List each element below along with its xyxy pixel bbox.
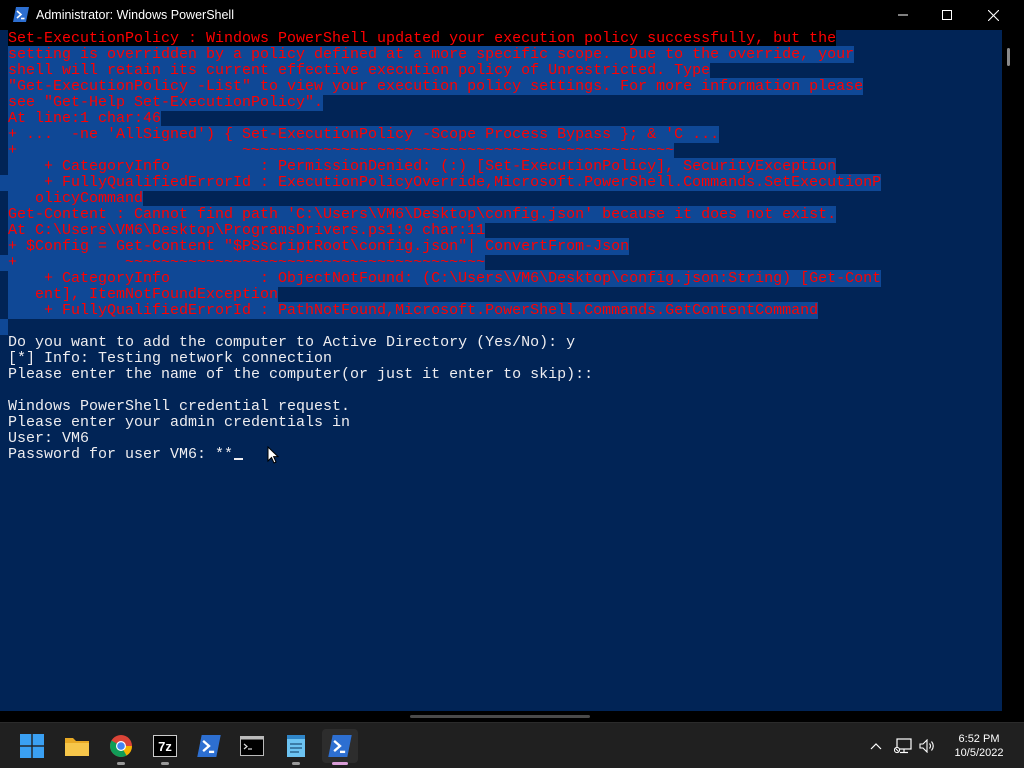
vertical-scrollbar-thumb[interactable] [1007,48,1010,66]
taskbar-powershell[interactable] [191,729,227,763]
console-line: Please enter the name of the computer(or… [8,366,594,383]
running-indicator [117,762,125,765]
chevron-up-icon [870,743,882,750]
title-bar[interactable]: Administrator: Windows PowerShell [0,0,1024,30]
taskbar-command-prompt[interactable] [234,729,270,763]
network-icon [894,738,912,754]
console-line: Do you want to add the computer to Activ… [8,334,576,351]
console-line: Set-ExecutionPolicy : Windows PowerShell… [8,30,837,47]
chrome-icon [110,735,132,757]
show-hidden-icons-button[interactable] [866,735,886,757]
maximize-icon [942,10,952,20]
console-line: [*] Info: Testing network connection [8,350,333,367]
console-line: At C:\Users\VM6\Desktop\ProgramsDrivers.… [8,222,486,239]
7zip-icon-label: 7z [158,738,172,754]
taskbar-notepad[interactable] [278,729,314,765]
7zip-icon: 7z [153,735,177,757]
console-line: olicyCommand [8,190,144,207]
close-button[interactable] [970,0,1016,30]
network-status[interactable] [892,735,914,757]
console-line: ent], ItemNotFoundException [8,286,279,303]
console-line: + ~~~~~~~~~~~~~~~~~~~~~~~~~~~~~~~~~~~~~~… [8,254,486,271]
close-icon [987,9,999,21]
selection-gutter [0,319,8,335]
console-line: At line:1 char:46 [8,110,162,127]
taskbar: 7z 6:52 PM 10/5/2022 [0,722,1024,768]
console-line: + $Config = Get-Content "$PSscriptRoot\c… [8,238,630,255]
running-indicator [292,762,300,765]
powershell-icon [13,7,29,22]
taskbar-chrome[interactable] [103,729,139,765]
console-line: Get-Content : Cannot find path 'C:\Users… [8,206,837,223]
console-line: + CategoryInfo : ObjectNotFound: (C:\Use… [8,270,882,287]
vertical-scrollbar[interactable] [1002,30,1024,711]
console-line: User: VM6 [8,430,90,447]
console-line: Windows PowerShell credential request. [8,398,351,415]
mouse-pointer-icon [267,446,279,464]
start-button[interactable] [14,729,50,763]
horizontal-scrollbar-thumb[interactable] [410,715,590,718]
minimize-button[interactable] [880,0,926,30]
clock-date: 10/5/2022 [954,747,1004,759]
powershell-icon [197,735,221,757]
volume-control[interactable] [917,735,939,757]
console-line: + FullyQualifiedErrorId : PathNotFound,M… [8,302,819,319]
console-output[interactable]: Set-ExecutionPolicy : Windows PowerShell… [0,30,1002,711]
window-title: Administrator: Windows PowerShell [36,8,234,22]
console-line: "Get-ExecutionPolicy -List" to view your… [8,78,864,95]
text-caret [234,458,244,460]
maximize-button[interactable] [924,0,970,30]
password-prompt-line[interactable]: Password for user VM6: ** [8,447,881,463]
taskbar-powershell-admin[interactable] [322,729,358,765]
taskbar-7zip[interactable]: 7z [147,729,183,765]
console-line: Please enter your admin credentials in [8,414,351,431]
volume-icon [919,739,934,753]
notepad-icon [287,735,305,757]
system-clock[interactable]: 6:52 PM 10/5/2022 [944,732,1014,760]
console-line: see "Get-Help Set-ExecutionPolicy". [8,94,324,111]
console-line: + ... -ne 'AllSigned') { Set-ExecutionPo… [8,126,720,143]
windows-start-icon [20,734,44,758]
horizontal-scrollbar[interactable] [0,711,1002,722]
running-indicator [161,762,169,765]
scrollbar-corner [1002,711,1024,722]
selection-gutter [0,175,8,191]
folder-icon [65,738,89,756]
selection-gutter [0,255,8,271]
console-line: shell will retain its current effective … [8,62,711,79]
console-line: + FullyQualifiedErrorId : ExecutionPolic… [8,174,882,191]
clock-time: 6:52 PM [958,733,1000,745]
taskbar-file-explorer[interactable] [59,729,95,763]
console-line: + CategoryInfo : PermissionDenied: (:) [… [8,158,837,175]
powershell-window: Administrator: Windows PowerShell Set-Ex… [0,0,1024,722]
active-indicator [332,762,348,765]
powershell-icon [328,735,352,757]
console-line: setting is overridden by a policy define… [8,46,855,63]
minimize-icon [898,14,908,16]
terminal-icon [240,736,264,756]
console-line: + ~~~~~~~~~~~~~~~~~~~~~~~~~~~~~~~~~~~~~~… [8,142,675,159]
